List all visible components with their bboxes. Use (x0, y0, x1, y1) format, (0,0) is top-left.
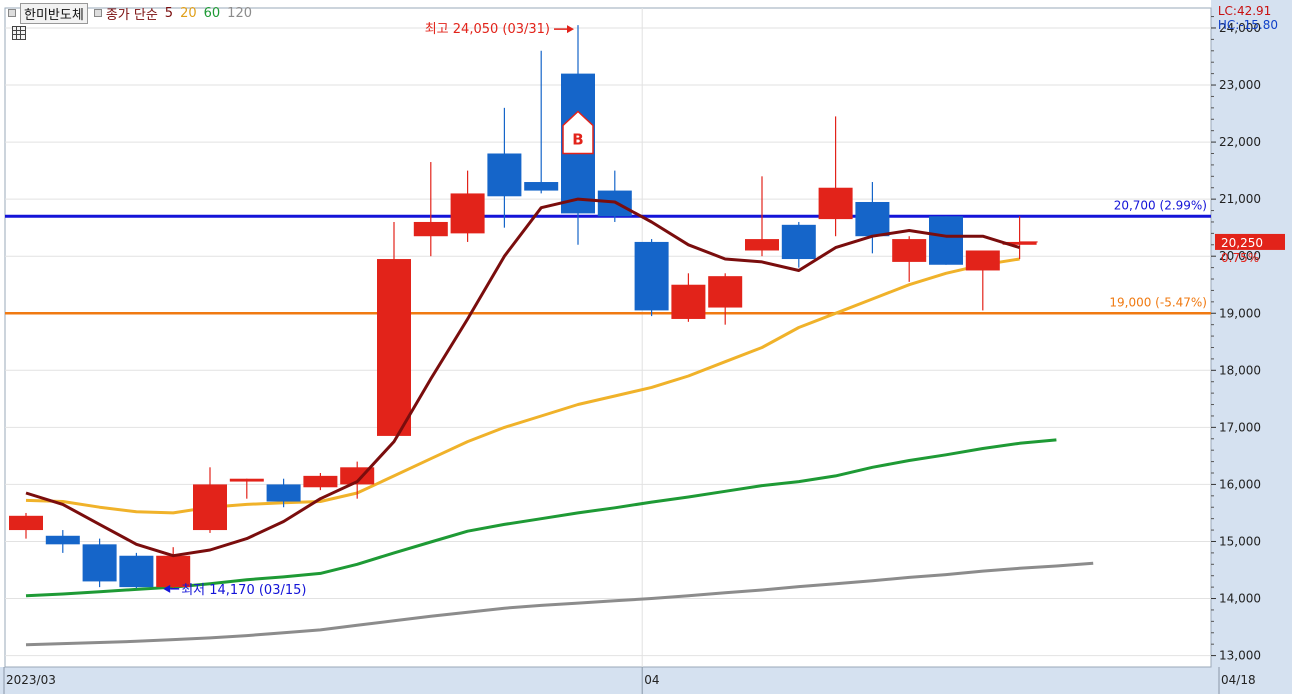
ma-period-120: 120 (227, 5, 252, 21)
buy-signal-label: B (572, 130, 583, 148)
candle-body (413, 221, 448, 237)
price-chart[interactable]: 13,000 14,000 15,000 16,000 17,000 18,000 19,0… (0, 0, 1292, 694)
candle-body (487, 153, 522, 197)
candle-body (781, 224, 816, 260)
candle-body (929, 216, 963, 265)
candle (929, 216, 963, 265)
candle-body (708, 276, 743, 308)
candle-body (193, 484, 227, 531)
candle-body (745, 239, 779, 251)
candle-body (229, 478, 264, 482)
y-tick-label: 15,000 (1219, 534, 1261, 548)
y-tick-label: 22,000 (1219, 135, 1261, 149)
candle-body (82, 544, 117, 582)
candle-body (524, 182, 559, 191)
low-annotation-label: 최저 14,170 (03/15) (181, 583, 306, 598)
candle-body (45, 535, 80, 545)
x-tick-label: 04 (644, 673, 659, 687)
candle-body (818, 187, 853, 220)
y-tick-label: 13,000 (1219, 649, 1261, 663)
level-label-support: 19,000 (-5.47%) (1109, 295, 1207, 309)
candle-body (671, 284, 706, 319)
x-tick-label: 04/18 (1221, 673, 1256, 687)
candle (634, 239, 669, 317)
candle-body (892, 239, 927, 262)
ma-period-20: 20 (180, 5, 197, 21)
candle-body (266, 484, 301, 502)
candle-body (303, 475, 338, 488)
ma-period-60: 60 (203, 5, 221, 21)
hc-value: HC:-15.80 (1217, 18, 1278, 32)
current-price-label: 20,250 (1221, 236, 1263, 250)
x-tick-label: 2023/03 (6, 673, 56, 687)
ma-period-5: 5 (164, 5, 174, 21)
candle-body (377, 259, 411, 436)
high-annotation-label: 최고 24,050 (03/31) (425, 22, 550, 37)
y-tick-label: 19,000 (1219, 306, 1261, 320)
candle-body (965, 250, 1000, 271)
y-tick-label: 16,000 (1219, 477, 1261, 491)
lc-value: LC:42.91 (1217, 4, 1272, 18)
y-tick-label: 14,000 (1219, 592, 1261, 606)
candle-body (9, 515, 43, 531)
current-price-change: 0.75% (1221, 251, 1259, 265)
legend-bullet-icon (8, 9, 16, 17)
level-label-resistance: 20,700 (2.99%) (1114, 198, 1207, 212)
candle-body (855, 201, 890, 237)
y-tick-label: 23,000 (1219, 78, 1261, 92)
y-tick-label: 21,000 (1219, 192, 1261, 206)
legend-bullet-icon (93, 9, 102, 17)
candle-body (634, 241, 669, 311)
data-table-icon[interactable] (12, 26, 26, 40)
candle-body (450, 193, 485, 234)
y-tick-label: 18,000 (1219, 363, 1261, 377)
lc-hc-indicator: LC:42.91 HC:-15.80 (1218, 4, 1278, 32)
candle (119, 552, 154, 589)
candle-body (119, 555, 154, 588)
candle (82, 538, 117, 588)
stock-chart-window: 13,000 14,000 15,000 16,000 17,000 18,000 19,0… (0, 0, 1292, 694)
symbol-name[interactable]: 한미반도체 (20, 2, 88, 24)
chart-legend: 한미반도체 종가 단순 5 20 60 120 (6, 2, 259, 24)
price-axis-panel (1211, 0, 1292, 694)
ma-type-label: 종가 단순 (105, 7, 158, 23)
y-tick-label: 17,000 (1219, 420, 1261, 434)
